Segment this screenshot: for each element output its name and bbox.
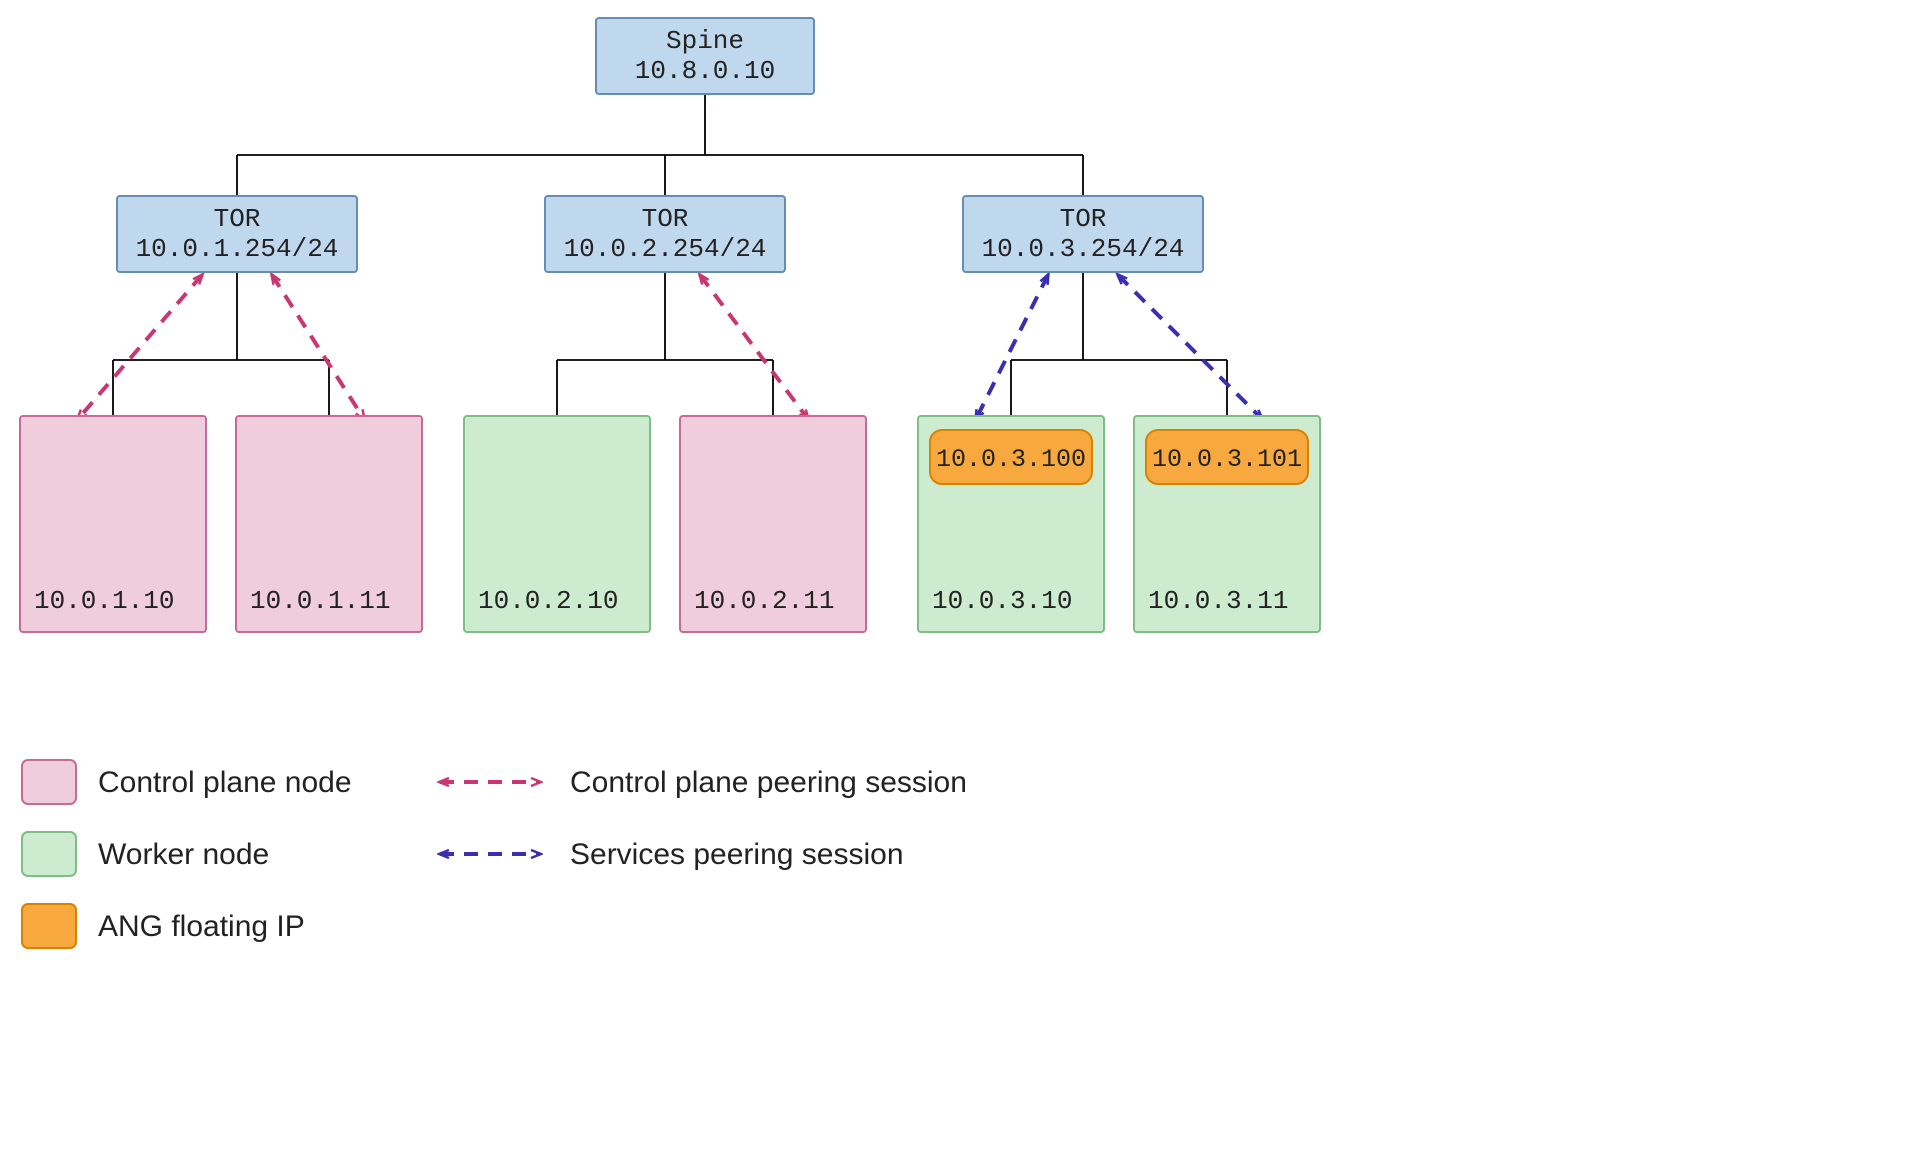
control-plane-peering-arrow <box>78 275 202 419</box>
legend-worker-swatch <box>22 832 76 876</box>
legend-floating-label: ANG floating IP <box>98 910 305 943</box>
tor-ip: 10.0.2.254/24 <box>564 234 767 264</box>
node-ip: 10.0.1.10 <box>34 586 174 616</box>
floating-ip-label: 10.0.3.100 <box>936 445 1086 474</box>
tor-label: TOR <box>1060 204 1107 234</box>
node-ip: 10.0.2.11 <box>694 586 834 616</box>
node-ip: 10.0.3.10 <box>932 586 1072 616</box>
legend-service-peering-label: Services peering session <box>570 838 904 871</box>
control-plane-peering-arrow <box>700 275 808 419</box>
legend-worker-label: Worker node <box>98 838 269 871</box>
tor-ip: 10.0.1.254/24 <box>136 234 339 264</box>
tor-label: TOR <box>214 204 261 234</box>
legend-floating-swatch <box>22 904 76 948</box>
node-ip: 10.0.1.11 <box>250 586 390 616</box>
control-plane-peering-arrow <box>272 275 364 419</box>
legend-control-peering-label: Control plane peering session <box>570 766 967 799</box>
floating-ip-label: 10.0.3.101 <box>1152 445 1302 474</box>
network-diagram: Spine10.8.0.10TOR10.0.1.254/24TOR10.0.2.… <box>0 0 1908 1176</box>
spine-ip: 10.8.0.10 <box>635 56 775 86</box>
services-peering-arrow <box>1118 275 1262 419</box>
node-ip: 10.0.3.11 <box>1148 586 1288 616</box>
legend-control-plane-label: Control plane node <box>98 766 352 799</box>
node-ip: 10.0.2.10 <box>478 586 618 616</box>
tor-ip: 10.0.3.254/24 <box>982 234 1185 264</box>
services-peering-arrow <box>976 275 1048 419</box>
tor-label: TOR <box>642 204 689 234</box>
legend-control-plane-swatch <box>22 760 76 804</box>
spine-label: Spine <box>666 26 744 56</box>
